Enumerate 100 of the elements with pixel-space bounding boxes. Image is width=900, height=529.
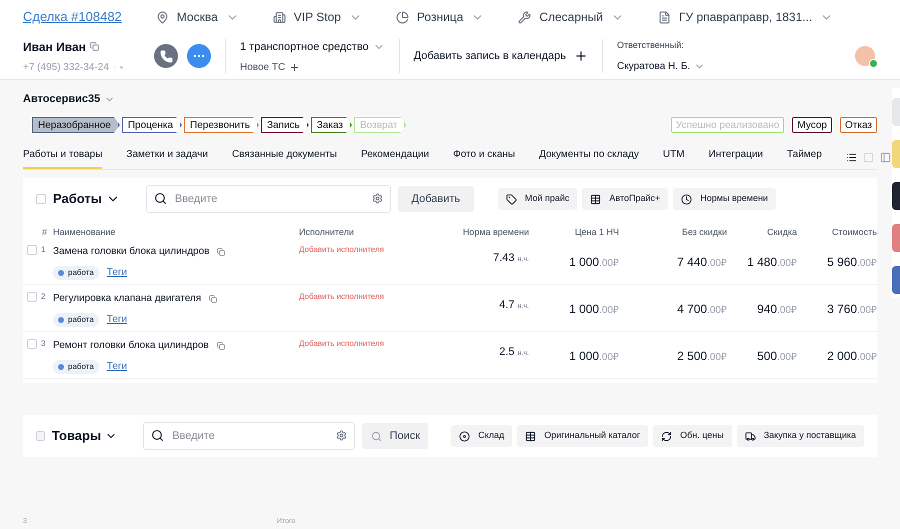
work-tag: работа (53, 360, 99, 374)
money-amount: 1 000.00₽ (569, 255, 619, 269)
money-amount: 1 000.00₽ (569, 349, 619, 363)
work-tag: работа (53, 312, 99, 326)
work-tag: работа (53, 266, 99, 280)
tool-button[interactable]: Нормы времени (673, 188, 776, 210)
responsible-label: Ответственный: (616, 39, 685, 52)
add-executor-link[interactable]: Добавить исполнителя (299, 291, 449, 303)
column-header: Стоимость (830, 226, 877, 239)
tags-link[interactable]: Теги (106, 359, 128, 374)
checkbox[interactable] (27, 339, 37, 349)
filter-dropdown[interactable]: Розница (396, 8, 484, 26)
pipeline-stage[interactable]: Неразобранное (32, 117, 120, 133)
add-calendar-button[interactable]: Добавить запись в календарь (414, 48, 588, 64)
tool-button[interactable]: Обн. цены (653, 425, 732, 447)
pie-chart-icon (396, 10, 409, 24)
search-field[interactable]: Введите (146, 185, 391, 213)
checkbox[interactable] (27, 292, 37, 302)
copy-icon[interactable] (209, 294, 218, 302)
settings-icon[interactable] (336, 430, 348, 441)
wrench-icon (518, 10, 532, 24)
filter-dropdown[interactable]: VIP Stop (272, 8, 362, 26)
copy-icon[interactable] (216, 342, 225, 350)
phone-icon (160, 50, 172, 62)
add-executor-link[interactable]: Добавить исполнителя (299, 338, 449, 350)
outcome-button[interactable]: Мусор (792, 117, 832, 133)
money-amount: 940.00₽ (757, 302, 797, 316)
tab[interactable]: Заметки и задачи (126, 147, 208, 169)
outcome-button[interactable]: Отказ (840, 117, 877, 133)
checkbox[interactable] (36, 194, 46, 204)
building-icon (272, 10, 286, 24)
tab[interactable]: Таймер (787, 147, 822, 169)
work-name: Ремонт головки блока цилиндров (53, 339, 209, 353)
money-amount: 3 760.00₽ (827, 302, 877, 316)
work-name: Замена головки блока цилиндров (53, 245, 210, 259)
tool-button[interactable]: АвтоПрайс+ (582, 188, 668, 210)
search-icon (370, 430, 382, 442)
tab[interactable]: Работы и товары (23, 147, 102, 169)
table-icon (525, 430, 536, 442)
column-header: # (40, 226, 48, 239)
tags-link[interactable]: Теги (106, 265, 128, 280)
tab[interactable]: UTM (662, 147, 685, 169)
panel-view-icon[interactable] (880, 152, 891, 163)
plus-icon[interactable] (289, 62, 300, 72)
avatar-icon[interactable] (855, 46, 875, 66)
disc-icon (459, 430, 470, 442)
add-button[interactable]: Добавить (398, 186, 474, 212)
column-header: Цена 1 НЧ (574, 226, 619, 239)
settings-icon[interactable] (372, 193, 383, 204)
tab[interactable]: Фото и сканы (453, 147, 516, 169)
money-amount: 5 960.00₽ (827, 255, 877, 269)
tags-link[interactable]: Теги (106, 312, 128, 327)
responsible-name[interactable]: Скуратова Н. Б. (616, 58, 690, 74)
search-icon (154, 192, 167, 205)
money-amount: 2 000.00₽ (827, 349, 877, 363)
tab[interactable]: Связанные документы (232, 147, 337, 169)
column-header: Скидка (766, 226, 797, 239)
tag-icon (506, 194, 517, 204)
pipeline-stage[interactable]: Запись (260, 117, 309, 133)
filter-dropdown[interactable]: ГУ рпавраправр, 1831... (658, 8, 834, 26)
chat-button[interactable] (187, 44, 211, 68)
copy-icon[interactable] (217, 248, 226, 256)
tool-button[interactable]: Оригинальный каталог (517, 425, 648, 447)
truck-icon (744, 430, 756, 442)
tool-button[interactable]: Склад (451, 425, 512, 447)
deal-link[interactable]: Сделка #108482 (23, 7, 122, 27)
client-name: Иван Иван (23, 38, 86, 56)
tab[interactable]: Интеграции (708, 147, 763, 169)
add-executor-link[interactable]: Добавить исполнителя (299, 244, 449, 256)
clock-icon (681, 194, 692, 204)
column-header: Наименование (53, 226, 116, 239)
tool-button[interactable]: Закупка у поставщика (736, 425, 864, 447)
column-header: Без скидки (680, 226, 727, 239)
pipeline-stage[interactable]: Заказ (310, 117, 352, 133)
pipeline-stage[interactable]: Перезвонить (184, 117, 259, 133)
company-name[interactable]: Автосервис35 (23, 90, 100, 108)
pipeline-stage[interactable]: Проценка (122, 117, 182, 133)
filter-dropdown[interactable]: Москва (156, 8, 239, 26)
client-phone: +7 (495) 332-34-24 (23, 60, 109, 74)
money-amount: 4 700.00₽ (677, 302, 727, 316)
tab[interactable]: Документы по складу (539, 147, 639, 169)
section-title[interactable]: Работы (53, 189, 102, 209)
section-title[interactable]: Товары (52, 426, 102, 446)
search-icon (151, 429, 164, 442)
tab[interactable]: Рекомендации (361, 147, 430, 169)
money-amount: 1 000.00₽ (569, 302, 619, 316)
search-field[interactable]: Введите (143, 422, 356, 450)
filter-dropdown[interactable]: Слесарный (518, 8, 624, 26)
table-icon (590, 194, 602, 204)
money-amount: 500.00₽ (757, 349, 797, 363)
checkbox[interactable] (36, 431, 45, 441)
search-button[interactable]: Поиск (362, 423, 428, 449)
row-number: 1 (41, 244, 46, 256)
checkbox[interactable] (27, 245, 37, 255)
column-header: Норма времени (462, 226, 529, 239)
vehicle-count[interactable]: 1 транспортное средство (240, 39, 369, 56)
call-button[interactable] (154, 44, 178, 68)
tool-button[interactable]: Мой прайс (498, 188, 578, 210)
copy-icon[interactable] (90, 42, 99, 51)
money-amount: 1 480.00₽ (747, 255, 797, 269)
